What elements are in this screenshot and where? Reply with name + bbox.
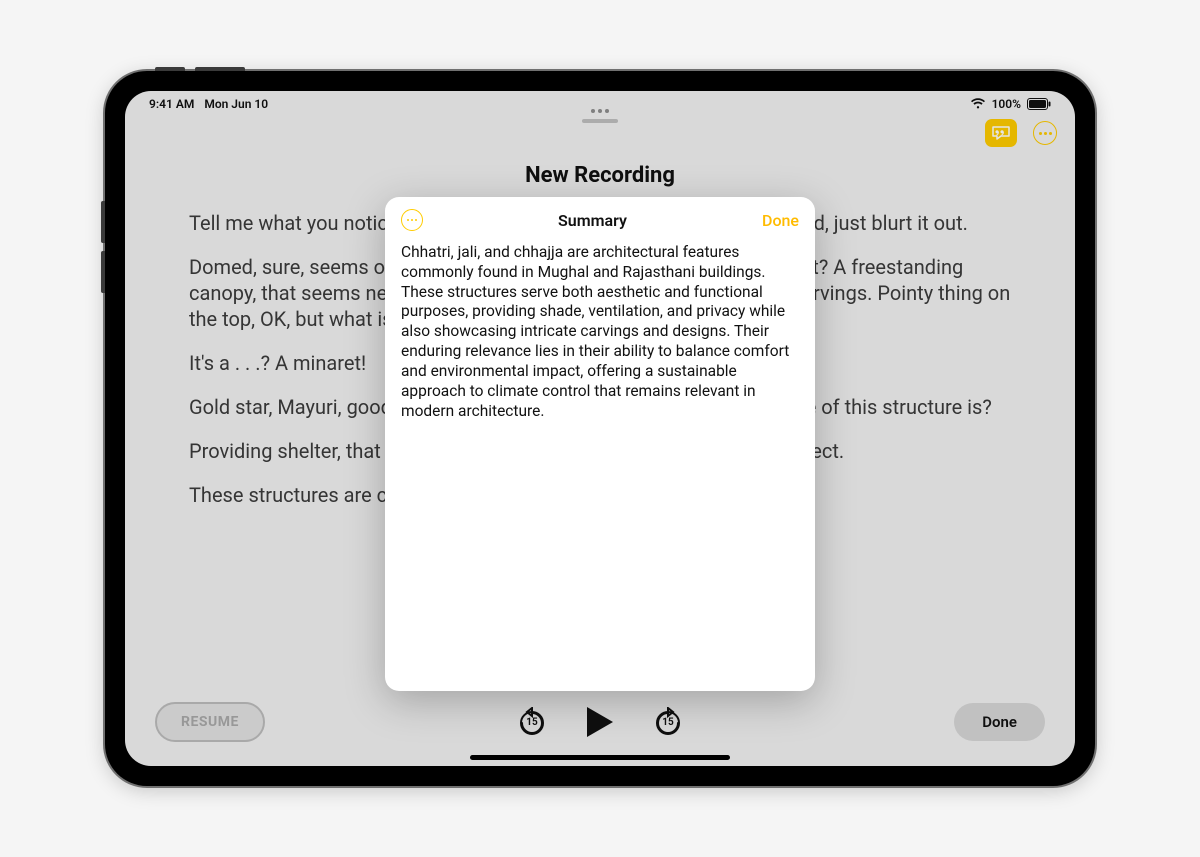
volume-down-button xyxy=(101,251,105,293)
summary-modal: Summary Done Chhatri, jali, and chhajja … xyxy=(385,197,815,691)
summary-text: Chhatri, jali, and chhajja are architect… xyxy=(385,239,815,437)
modal-more-button[interactable] xyxy=(401,209,423,231)
power-button xyxy=(155,67,185,71)
screen: 9:41 AM Mon Jun 10 100% xyxy=(125,91,1075,766)
modal-title: Summary xyxy=(558,211,627,230)
volume-up-button xyxy=(101,201,105,243)
top-button xyxy=(195,67,245,71)
modal-done-button[interactable]: Done xyxy=(762,211,799,230)
ipad-frame: 9:41 AM Mon Jun 10 100% xyxy=(105,71,1095,786)
